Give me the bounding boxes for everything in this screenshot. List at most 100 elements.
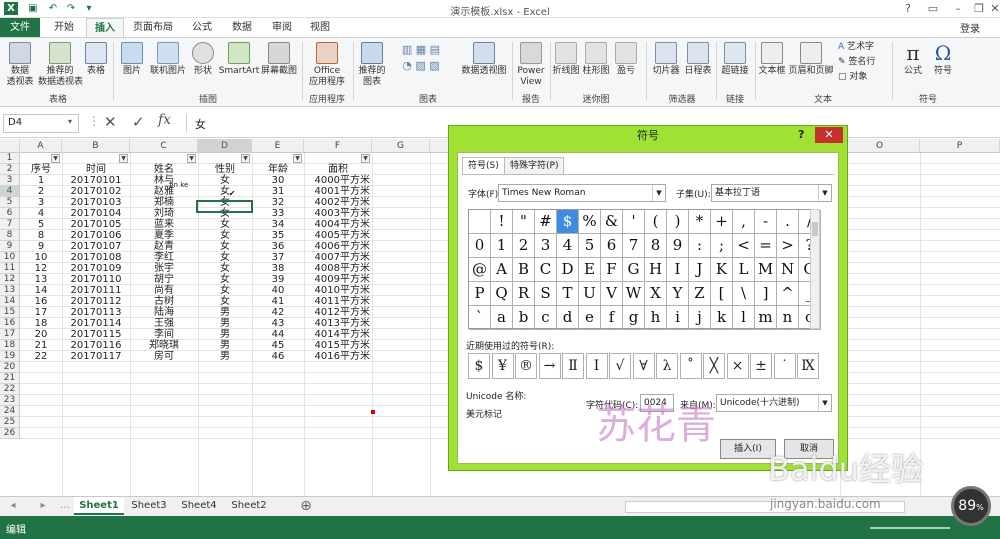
row-header[interactable]: 19: [0, 351, 20, 362]
office-apps-button[interactable]: Office 应用程序: [305, 42, 349, 88]
table-cell[interactable]: 男: [198, 329, 252, 340]
symbol-cell[interactable]: a: [491, 306, 513, 330]
table-cell[interactable]: 4005平方米: [304, 230, 370, 241]
column-header[interactable]: F: [304, 139, 372, 153]
new-sheet-icon[interactable]: ⊕: [296, 497, 316, 515]
signature-line-button[interactable]: ✎ 签名行: [838, 57, 888, 68]
symbol-cell[interactable]: g: [623, 306, 645, 330]
symbol-cell[interactable]: -: [755, 210, 777, 234]
zoom-slider[interactable]: [870, 527, 950, 529]
table-cell[interactable]: 4004平方米: [304, 219, 370, 230]
symbol-cell[interactable]: J: [689, 258, 711, 282]
table-cell[interactable]: 4011平方米: [304, 296, 370, 307]
header-cell[interactable]: 序号: [20, 164, 62, 175]
table-cell[interactable]: 女: [198, 241, 252, 252]
table-cell[interactable]: 33: [252, 208, 304, 219]
symbol-cell[interactable]: ^: [777, 282, 799, 306]
table-cell[interactable]: 20170101: [62, 175, 130, 186]
symbol-cell[interactable]: K: [711, 258, 733, 282]
recent-symbol-cell[interactable]: ¥: [491, 353, 514, 379]
symbol-cell[interactable]: h: [645, 306, 667, 330]
symbol-cell[interactable]: <: [733, 234, 755, 258]
shapes-button[interactable]: 形状: [190, 42, 216, 77]
enter-icon[interactable]: ✓: [132, 113, 145, 131]
symbol-cell[interactable]: Z: [689, 282, 711, 306]
table-cell[interactable]: 12: [20, 263, 62, 274]
power-view-button[interactable]: Power View: [515, 42, 547, 88]
from-select[interactable]: Unicode(十六进制) ▼: [716, 394, 832, 412]
table-cell[interactable]: 39: [252, 274, 304, 285]
symbol-cell[interactable]: A: [491, 258, 513, 282]
smartart-button[interactable]: SmartArt: [218, 42, 260, 77]
symbol-cell[interactable]: 9: [667, 234, 689, 258]
screenshot-button[interactable]: 屏幕截图: [260, 42, 298, 77]
row-header[interactable]: 13: [0, 285, 20, 296]
symbol-cell[interactable]: %: [579, 210, 601, 234]
font-select[interactable]: Times New Roman ▼: [498, 184, 666, 202]
table-cell[interactable]: 郑楠: [130, 197, 198, 208]
symbol-cell[interactable]: ": [513, 210, 535, 234]
table-cell[interactable]: 20170113: [62, 307, 130, 318]
hyperlink-button[interactable]: 超链接: [718, 42, 752, 77]
table-cell[interactable]: 4016平方米: [304, 351, 370, 362]
symbol-cell[interactable]: !: [491, 210, 513, 234]
active-cell-selection[interactable]: [196, 200, 253, 213]
name-box-dropdown-icon[interactable]: ▾: [68, 117, 72, 126]
row-header[interactable]: 25: [0, 417, 20, 428]
symbol-cell[interactable]: D: [557, 258, 579, 282]
table-cell[interactable]: 李红: [130, 252, 198, 263]
table-cell[interactable]: 46: [252, 351, 304, 362]
symbol-cell[interactable]: 8: [645, 234, 667, 258]
table-cell[interactable]: 20170106: [62, 230, 130, 241]
filter-dropdown-icon[interactable]: ▼: [361, 154, 370, 163]
recent-symbol-cell[interactable]: ∀: [632, 353, 655, 379]
symbol-cell[interactable]: #: [535, 210, 557, 234]
row-header[interactable]: 18: [0, 340, 20, 351]
table-cell[interactable]: 李间: [130, 329, 198, 340]
table-cell[interactable]: 胡宁: [130, 274, 198, 285]
table-cell[interactable]: 张宇: [130, 263, 198, 274]
table-cell[interactable]: 16: [20, 296, 62, 307]
filter-dropdown-icon[interactable]: ▼: [51, 154, 60, 163]
recent-symbol-cell[interactable]: $: [468, 353, 490, 379]
table-cell[interactable]: 4000平方米: [304, 175, 370, 186]
filter-dropdown-icon[interactable]: ▼: [293, 154, 302, 163]
sheet-nav-more-icon[interactable]: …: [60, 497, 70, 515]
symbol-cell[interactable]: k: [711, 306, 733, 330]
table-cell[interactable]: 20170102: [62, 186, 130, 197]
symbol-cell[interactable]: ,: [733, 210, 755, 234]
symbol-cell[interactable]: 0: [469, 234, 491, 258]
table-cell[interactable]: 房可: [130, 351, 198, 362]
chart-type-icons[interactable]: ▥ ▦ ▤ ◔ ▧ ▨: [388, 42, 454, 74]
row-header[interactable]: 26: [0, 428, 20, 439]
tab-page-layout[interactable]: 页面布局: [126, 18, 180, 37]
login-link[interactable]: 登录: [960, 20, 980, 35]
dialog-close-button[interactable]: ✕: [815, 127, 843, 143]
table-cell[interactable]: 男: [198, 318, 252, 329]
insert-function-button[interactable]: fx: [158, 112, 171, 128]
row-header[interactable]: 23: [0, 395, 20, 406]
symbol-cell[interactable]: m: [755, 306, 777, 330]
row-header[interactable]: 4: [0, 186, 20, 197]
symbol-cell[interactable]: T: [557, 282, 579, 306]
table-cell[interactable]: 女: [198, 230, 252, 241]
table-cell[interactable]: 1: [20, 175, 62, 186]
symbol-cell[interactable]: R: [513, 282, 535, 306]
recent-symbol-cell[interactable]: ±: [750, 353, 772, 379]
undo-icon[interactable]: ↶: [46, 2, 60, 15]
table-cell[interactable]: 20170109: [62, 263, 130, 274]
select-all-corner[interactable]: [0, 139, 20, 153]
table-cell[interactable]: 男: [198, 307, 252, 318]
symbol-cell[interactable]: 3: [535, 234, 557, 258]
prev-sheet-icon[interactable]: ◂: [6, 497, 20, 515]
table-cell[interactable]: 20170110: [62, 274, 130, 285]
symbol-cell[interactable]: S: [535, 282, 557, 306]
row-header[interactable]: 20: [0, 362, 20, 373]
symbol-cell[interactable]: M: [755, 258, 777, 282]
table-cell[interactable]: 2: [20, 186, 62, 197]
table-cell[interactable]: 40: [252, 285, 304, 296]
row-header[interactable]: 9: [0, 241, 20, 252]
row-header[interactable]: 16: [0, 318, 20, 329]
customize-quick-access-icon[interactable]: ▾: [82, 2, 96, 15]
table-cell[interactable]: 38: [252, 263, 304, 274]
